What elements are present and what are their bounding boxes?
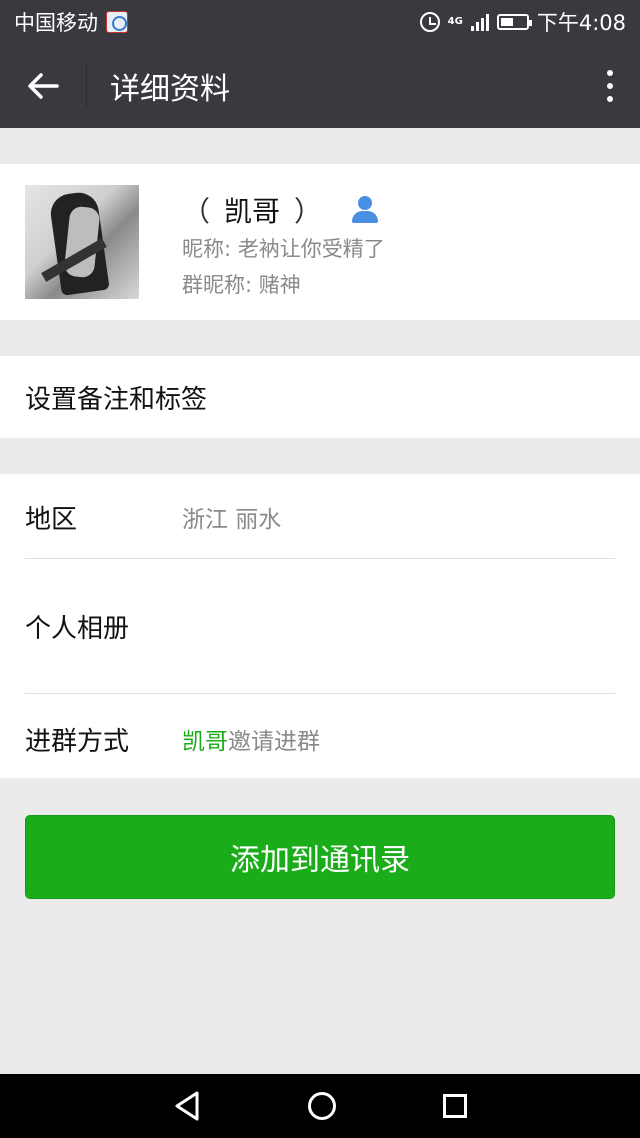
set-remark-and-tags-row[interactable]: 设置备注和标签 (0, 356, 640, 438)
alarm-clock-icon (419, 12, 440, 32)
signal-strength-icon (470, 13, 489, 31)
join-method-row: 进群方式 凯哥邀请进群 (25, 714, 615, 764)
nav-back-icon[interactable] (173, 1090, 201, 1122)
status-bar: 中国移动 4G 下午4:08 (0, 0, 640, 44)
join-method-value: 凯哥邀请进群 (182, 722, 320, 756)
back-button[interactable] (0, 44, 86, 128)
system-navigation-bar (0, 1074, 640, 1138)
arrow-left-icon (28, 73, 59, 99)
region-row: 地区 浙江 丽水 (25, 492, 615, 542)
nav-recent-apps-icon[interactable] (442, 1094, 467, 1118)
more-dot-icon (607, 83, 613, 89)
nav-home-icon[interactable] (307, 1092, 336, 1120)
more-dot-icon (607, 70, 613, 76)
album-label: 个人相册 (25, 613, 130, 644)
remark-label: 设置备注和标签 (25, 384, 208, 415)
region-value: 浙江 丽水 (182, 507, 282, 533)
status-time: 下午4:08 (536, 11, 626, 35)
name-row: （ 凯哥 ） (182, 192, 385, 228)
name-open-paren: （ (182, 195, 211, 228)
divider (25, 693, 615, 694)
status-left: 中国移动 (14, 7, 128, 37)
avatar[interactable] (25, 185, 139, 299)
profile-card: （ 凯哥 ） 昵称: 老衲让你受精了 群昵称: 赌神 (0, 164, 640, 320)
nickname: 昵称: 老衲让你受精了 (182, 237, 385, 261)
add-to-contacts-label: 添加到通讯录 (230, 843, 410, 878)
user-profile-icon (350, 195, 380, 225)
title-bar: 详细资料 (0, 44, 640, 128)
join-suffix: 邀请进群 (228, 729, 320, 755)
display-name: 凯哥 (224, 195, 281, 228)
personal-album-row[interactable]: 个人相册 (25, 559, 615, 693)
more-options-button[interactable] (580, 44, 640, 128)
carrier-app-icon (106, 11, 128, 33)
profile-info: （ 凯哥 ） 昵称: 老衲让你受精了 群昵称: 赌神 (182, 192, 385, 300)
status-right: 4G 下午4:08 (419, 7, 626, 37)
network-type: 4G (447, 16, 463, 27)
carrier-name: 中国移动 (14, 11, 98, 35)
battery-icon (496, 14, 532, 30)
name-close-paren: ） (294, 195, 323, 228)
group-nickname: 群昵称: 赌神 (182, 273, 301, 297)
battery-level (500, 18, 513, 26)
page-title: 详细资料 (110, 72, 230, 107)
more-dot-icon (607, 96, 613, 102)
inviter-name: 凯哥 (182, 729, 228, 755)
join-method-label: 进群方式 (25, 726, 130, 757)
add-to-contacts-button[interactable]: 添加到通讯录 (25, 815, 615, 899)
region-label: 地区 (25, 504, 78, 535)
info-section: 地区 浙江 丽水 个人相册 进群方式 凯哥邀请进群 (0, 474, 640, 778)
title-divider (86, 65, 87, 107)
